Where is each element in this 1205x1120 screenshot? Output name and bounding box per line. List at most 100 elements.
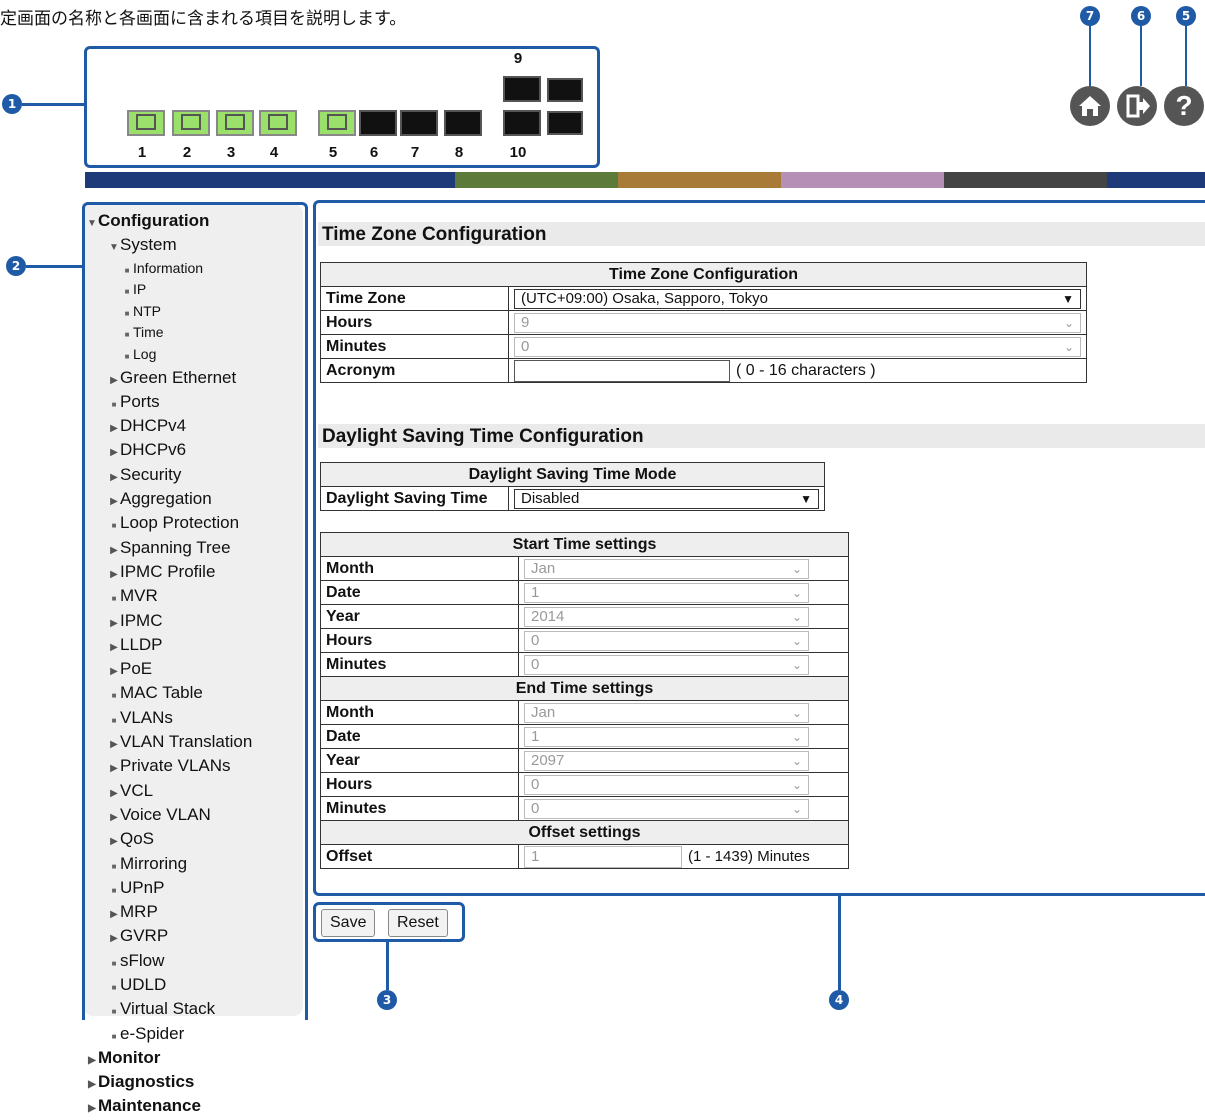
sfp-slot[interactable] (547, 111, 583, 135)
menu-item[interactable]: ■ Loop Protection (86, 512, 252, 536)
menu-item[interactable]: ▶ Green Ethernet (86, 367, 252, 391)
acronym-input[interactable] (514, 359, 730, 382)
chevron-down-icon: ⌄ (1063, 339, 1074, 354)
port-6[interactable] (359, 110, 397, 136)
port-8[interactable] (444, 110, 482, 136)
menu-item[interactable]: ▶ DHCPv6 (86, 439, 252, 463)
bullet-icon: ■ (111, 691, 117, 701)
menu-item[interactable]: ▼Configuration (86, 210, 252, 234)
end-month-select[interactable]: Jan ⌄ (524, 702, 809, 723)
offset-input[interactable]: 1 (524, 845, 682, 868)
menu-item[interactable]: ■ sFlow (86, 950, 252, 974)
menu-item[interactable]: ▶ QoS (86, 828, 252, 852)
menu-item[interactable]: ▶ MRP (86, 901, 252, 925)
menu-item[interactable]: ■ NTP (86, 302, 252, 324)
menu-item-label: IPMC (120, 610, 163, 630)
menu-item[interactable]: ■ e-Spider (86, 1023, 252, 1047)
menu-item[interactable]: ▶ LLDP (86, 634, 252, 658)
menu-item[interactable]: ■ Log (86, 345, 252, 367)
port-label-3: 3 (226, 144, 236, 161)
menu-item[interactable]: ■ Ports (86, 391, 252, 415)
help-icon[interactable]: ? (1164, 86, 1204, 126)
menu-item[interactable]: ■ UPnP (86, 877, 252, 901)
menu-item[interactable]: ▼System (86, 234, 252, 258)
start-minutes-select[interactable]: 0 ⌄ (524, 654, 809, 675)
tz-minutes-select[interactable]: 0 ⌄ (514, 336, 1081, 357)
logout-icon[interactable] (1117, 86, 1157, 126)
end-hours-select[interactable]: 0 ⌄ (524, 774, 809, 795)
menu-item[interactable]: ■ MVR (86, 585, 252, 609)
end-minutes-select[interactable]: 0 ⌄ (524, 798, 809, 819)
port-notch (225, 114, 245, 130)
end-year-label: Year (320, 748, 519, 773)
menu-item[interactable]: ▶ Diagnostics (86, 1071, 252, 1095)
chevron-down-icon: ⌄ (1063, 315, 1074, 330)
start-month-select[interactable]: Jan ⌄ (524, 558, 809, 579)
port-2[interactable] (172, 110, 210, 136)
menu-item[interactable]: ▶ PoE (86, 658, 252, 682)
end-date-select[interactable]: 1 ⌄ (524, 726, 809, 747)
start-year-label: Year (320, 604, 519, 629)
menu-item[interactable]: ■ Time (86, 323, 252, 345)
sfp-slot[interactable] (547, 78, 583, 102)
start-year-select[interactable]: 2014 ⌄ (524, 606, 809, 627)
port-4[interactable] (259, 110, 297, 136)
menu-item[interactable]: ■ UDLD (86, 974, 252, 998)
bullet-icon: ■ (124, 265, 130, 275)
bullet-icon: ■ (124, 351, 130, 361)
port-9[interactable] (503, 76, 541, 102)
menu-item[interactable]: ▶ Security (86, 464, 252, 488)
menu-item[interactable]: ▶ Aggregation (86, 488, 252, 512)
menu-item-label: Voice VLAN (120, 804, 211, 824)
menu-item[interactable]: ▶ Private VLANs (86, 755, 252, 779)
tz-minutes-value: 0 (521, 338, 530, 355)
tz-hours-value: 9 (521, 314, 530, 331)
menu-item[interactable]: ▶ IPMC Profile (86, 561, 252, 585)
callout-line-1 (22, 103, 84, 106)
menu-item[interactable]: ■ Virtual Stack (86, 998, 252, 1022)
color-segment (618, 172, 781, 188)
menu-item[interactable]: ▶ Maintenance (86, 1095, 252, 1119)
reset-button[interactable]: Reset (388, 909, 448, 937)
home-icon[interactable] (1070, 86, 1110, 126)
start-hours-select[interactable]: 0 ⌄ (524, 630, 809, 651)
port-1[interactable] (127, 110, 165, 136)
save-button[interactable]: Save (321, 909, 376, 937)
start-minutes-label: Minutes (320, 652, 519, 677)
menu-item[interactable]: ■ Mirroring (86, 853, 252, 877)
menu-item[interactable]: ▶ IPMC (86, 610, 252, 634)
color-segment (1107, 172, 1205, 188)
port-5[interactable] (318, 110, 356, 136)
menu-item[interactable]: ▶ Voice VLAN (86, 804, 252, 828)
port-notch (411, 112, 427, 124)
menu-item[interactable]: ■ IP (86, 280, 252, 302)
tz-hours-select[interactable]: 9 ⌄ (514, 312, 1081, 333)
menu-item[interactable]: ■ MAC Table (86, 682, 252, 706)
expand-right-icon: ▶ (88, 1054, 96, 1066)
start-date-select[interactable]: 1 ⌄ (524, 582, 809, 603)
port-7[interactable] (400, 110, 438, 136)
menu-item[interactable]: ■ Information (86, 259, 252, 281)
menu-item[interactable]: ▶ VCL (86, 780, 252, 804)
port-10[interactable] (503, 110, 541, 136)
menu-item[interactable]: ■ VLANs (86, 707, 252, 731)
menu-item[interactable]: ▶ GVRP (86, 925, 252, 949)
port-3[interactable] (216, 110, 254, 136)
end-month-value: Jan (531, 704, 556, 721)
dst-select[interactable]: Disabled ▼ (514, 488, 819, 509)
expand-right-icon: ▶ (110, 374, 118, 386)
time-zone-select[interactable]: (UTC+09:00) Osaka, Sapporo, Tokyo ▼ (514, 288, 1081, 309)
menu-item[interactable]: ▶ VLAN Translation (86, 731, 252, 755)
expand-right-icon: ▶ (110, 787, 118, 799)
end-year-select[interactable]: 2097 ⌄ (524, 750, 809, 771)
port-notch (514, 78, 530, 90)
acronym-row: ( 0 - 16 characters ) (514, 359, 1081, 382)
menu-item-label: MAC Table (120, 683, 203, 703)
menu-item-label: VLANs (120, 707, 173, 727)
menu-item[interactable]: ▶ DHCPv4 (86, 415, 252, 439)
start-minutes-value: 0 (531, 656, 540, 673)
menu-item[interactable]: ▶ Spanning Tree (86, 537, 252, 561)
expand-right-icon: ▶ (88, 1079, 96, 1091)
menu-item[interactable]: ▶ Monitor (86, 1047, 252, 1071)
start-month-label: Month (320, 556, 519, 581)
